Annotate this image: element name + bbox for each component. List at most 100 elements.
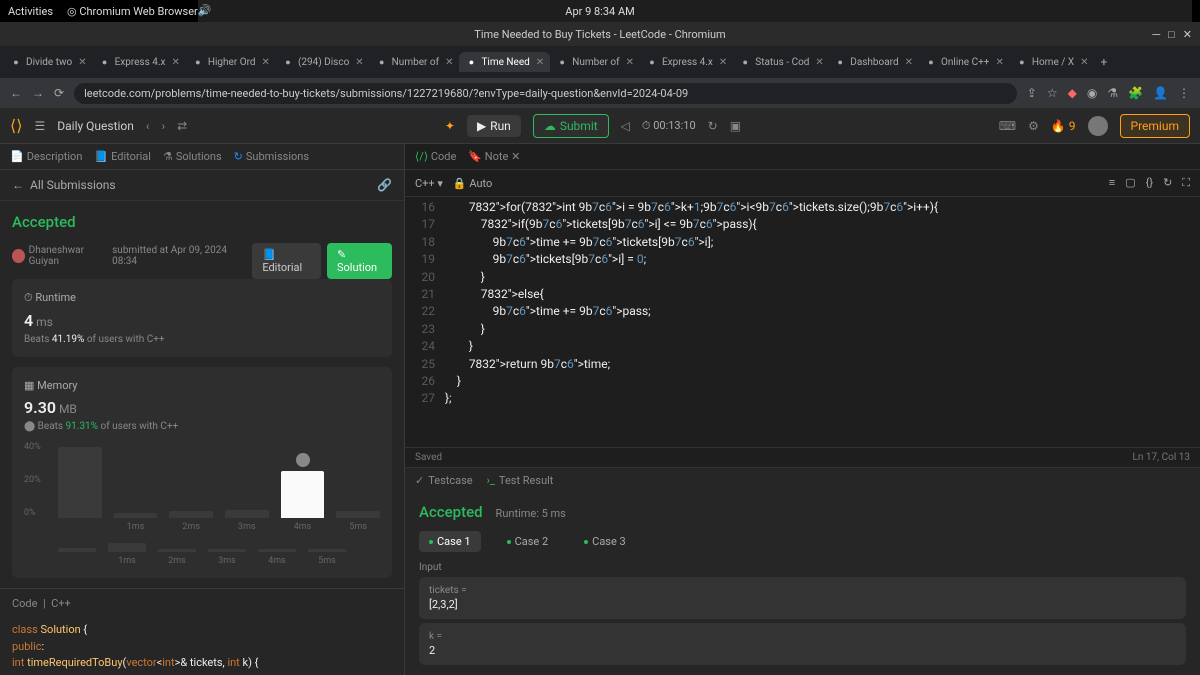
ext-icon-2[interactable]: ◉ (1087, 86, 1097, 100)
prev-icon[interactable]: ‹ (146, 119, 150, 133)
close-icon[interactable]: ✕ (1183, 28, 1192, 41)
browser-tab[interactable]: ●Higher Ord✕ (186, 52, 276, 72)
result-status: Accepted (419, 503, 483, 521)
memory-card: ▦ Memory 9.30 MB ⬤ Beats 91.31% of users… (12, 367, 392, 578)
tab-code[interactable]: ⟨/⟩ Code (415, 150, 456, 163)
ext-icon-3[interactable]: ⚗ (1107, 86, 1118, 100)
close-tab-icon[interactable]: ✕ (262, 57, 270, 68)
browser-tab[interactable]: ●Divide two✕ (4, 52, 93, 72)
tab-testcase[interactable]: ✓ Testcase (415, 474, 473, 487)
browser-tab[interactable]: ●Express 4.x✕ (640, 52, 733, 72)
browser-tab[interactable]: ●Time Need✕ (459, 52, 550, 72)
avatar[interactable] (1088, 116, 1108, 136)
code-editor[interactable]: 16 7832">for(7832">int 9b7c6">i = 9b7c6"… (405, 197, 1200, 447)
runtime-card: ⏱ Runtime 4 ms Beats 41.19% of users wit… (12, 279, 392, 357)
star-icon[interactable]: ☆ (1047, 86, 1058, 100)
tab-description[interactable]: 📄 Description (10, 150, 82, 163)
case-tab[interactable]: Case 1 (419, 531, 481, 552)
volume-icon[interactable]: 🔊 (198, 4, 1192, 17)
chart-bar: 4ms (281, 471, 325, 518)
tab-submissions[interactable]: ↻ Submissions (234, 150, 309, 163)
back-icon[interactable]: ← (12, 178, 24, 192)
auto-toggle[interactable]: 🔒 Auto (453, 177, 492, 190)
format-icon[interactable]: ≡ (1109, 176, 1115, 190)
close-tab-icon[interactable]: ✕ (1080, 57, 1088, 68)
close-tab-icon[interactable]: ✕ (536, 57, 544, 68)
browser-tab[interactable]: ●Status - Cod✕ (733, 52, 828, 72)
browser-tab[interactable]: ●Home / X✕ (1010, 52, 1095, 72)
favicon: ● (465, 56, 477, 68)
tab-note[interactable]: 🔖 Note ✕ (468, 150, 520, 163)
browser-label: ◎ Chromium Web Browser (67, 5, 198, 18)
close-tab-icon[interactable]: ✕ (995, 57, 1003, 68)
activities[interactable]: Activities (8, 5, 53, 18)
bookmark-icon[interactable]: ▢ (1125, 176, 1135, 190)
nav-reload-icon[interactable]: ⟳ (54, 86, 64, 100)
maximize-icon[interactable]: □ (1168, 28, 1175, 41)
close-tab-icon[interactable]: ✕ (626, 57, 634, 68)
clock: Apr 9 8:34 AM (565, 5, 634, 18)
input-box: k =2 (419, 623, 1186, 665)
profile-icon[interactable]: 👤 (1153, 86, 1168, 100)
editorial-button[interactable]: 📘 Editorial (252, 243, 321, 279)
leetcode-logo[interactable]: ⟨⟩ (10, 116, 22, 135)
reset-icon[interactable]: ↻ (1163, 176, 1172, 190)
next-icon[interactable]: › (162, 119, 166, 133)
browser-tab[interactable]: ●Express 4.x✕ (93, 52, 186, 72)
nav-back-icon[interactable]: ← (10, 86, 22, 100)
tab-editorial[interactable]: 📘 Editorial (94, 150, 151, 163)
submit-button[interactable]: ☁ Submit (533, 114, 609, 138)
favicon: ● (556, 56, 568, 68)
minimize-icon[interactable]: ─ (1152, 28, 1160, 41)
solution-button[interactable]: ✎ Solution (327, 243, 392, 279)
layout-icon[interactable]: ▣ (730, 119, 741, 133)
chart-bar (58, 447, 102, 518)
braces-icon[interactable]: {} (1146, 176, 1153, 190)
sparkle-icon[interactable]: ✦ (445, 119, 455, 133)
browser-tab[interactable]: ●Online C++✕ (919, 52, 1010, 72)
ext-icon-4[interactable]: 🧩 (1128, 86, 1143, 100)
input-label: Input (419, 562, 1186, 573)
all-submissions[interactable]: All Submissions (30, 178, 116, 192)
timer-reset-icon[interactable]: ↻ (708, 119, 718, 133)
submit-meta: submitted at Apr 09, 2024 08:34 (112, 245, 240, 267)
lang-select[interactable]: C++ ▾ (415, 177, 443, 190)
fullscreen-icon[interactable]: ⛶ (1182, 176, 1190, 190)
timer-prev-icon[interactable]: ◁ (621, 119, 630, 133)
browser-tab[interactable]: ●(294) Disco✕ (276, 52, 370, 72)
link-icon[interactable]: 🔗 (377, 178, 392, 192)
close-tab-icon[interactable]: ✕ (445, 57, 453, 68)
browser-tab[interactable]: ●Number of✕ (550, 52, 640, 72)
problem-list-icon[interactable]: ☰ (34, 119, 45, 133)
ext-icon-1[interactable]: ◆ (1068, 86, 1077, 100)
close-tab-icon[interactable]: ✕ (171, 57, 179, 68)
premium-button[interactable]: Premium (1120, 114, 1190, 138)
close-tab-icon[interactable]: ✕ (905, 57, 913, 68)
case-tab[interactable]: Case 3 (574, 531, 636, 552)
run-button[interactable]: ▶ Run (467, 115, 521, 137)
terminal-icon[interactable]: ⌨ (999, 119, 1016, 133)
saved-label: Saved (415, 452, 442, 463)
new-tab-button[interactable]: + (1095, 55, 1114, 69)
share-icon[interactable]: ⇪ (1027, 86, 1037, 100)
close-tab-icon[interactable]: ✕ (355, 57, 363, 68)
user-marker (296, 453, 310, 467)
browser-tab[interactable]: ●Number of✕ (370, 52, 460, 72)
menu-icon[interactable]: ⋮ (1178, 86, 1190, 100)
nav-fwd-icon[interactable]: → (32, 86, 44, 100)
tab-test-result[interactable]: ›_ Test Result (487, 474, 554, 487)
case-tab[interactable]: Case 2 (497, 531, 559, 552)
close-tab-icon[interactable]: ✕ (815, 57, 823, 68)
chart-bar: 1ms (114, 513, 158, 518)
chart-bar-2: 4ms (258, 549, 296, 552)
chart-bar-2: 3ms (208, 549, 246, 552)
daily-question[interactable]: Daily Question (57, 119, 134, 133)
tab-solutions[interactable]: ⚗ Solutions (163, 150, 222, 163)
url-input[interactable]: leetcode.com/problems/time-needed-to-buy… (74, 83, 1017, 104)
streak: 🔥 9 (1051, 119, 1076, 133)
close-tab-icon[interactable]: ✕ (719, 57, 727, 68)
shuffle-icon[interactable]: ⇄ (177, 119, 187, 133)
close-tab-icon[interactable]: ✕ (78, 57, 86, 68)
settings-icon[interactable]: ⚙ (1028, 119, 1039, 133)
browser-tab[interactable]: ●Dashboard✕ (828, 52, 919, 72)
